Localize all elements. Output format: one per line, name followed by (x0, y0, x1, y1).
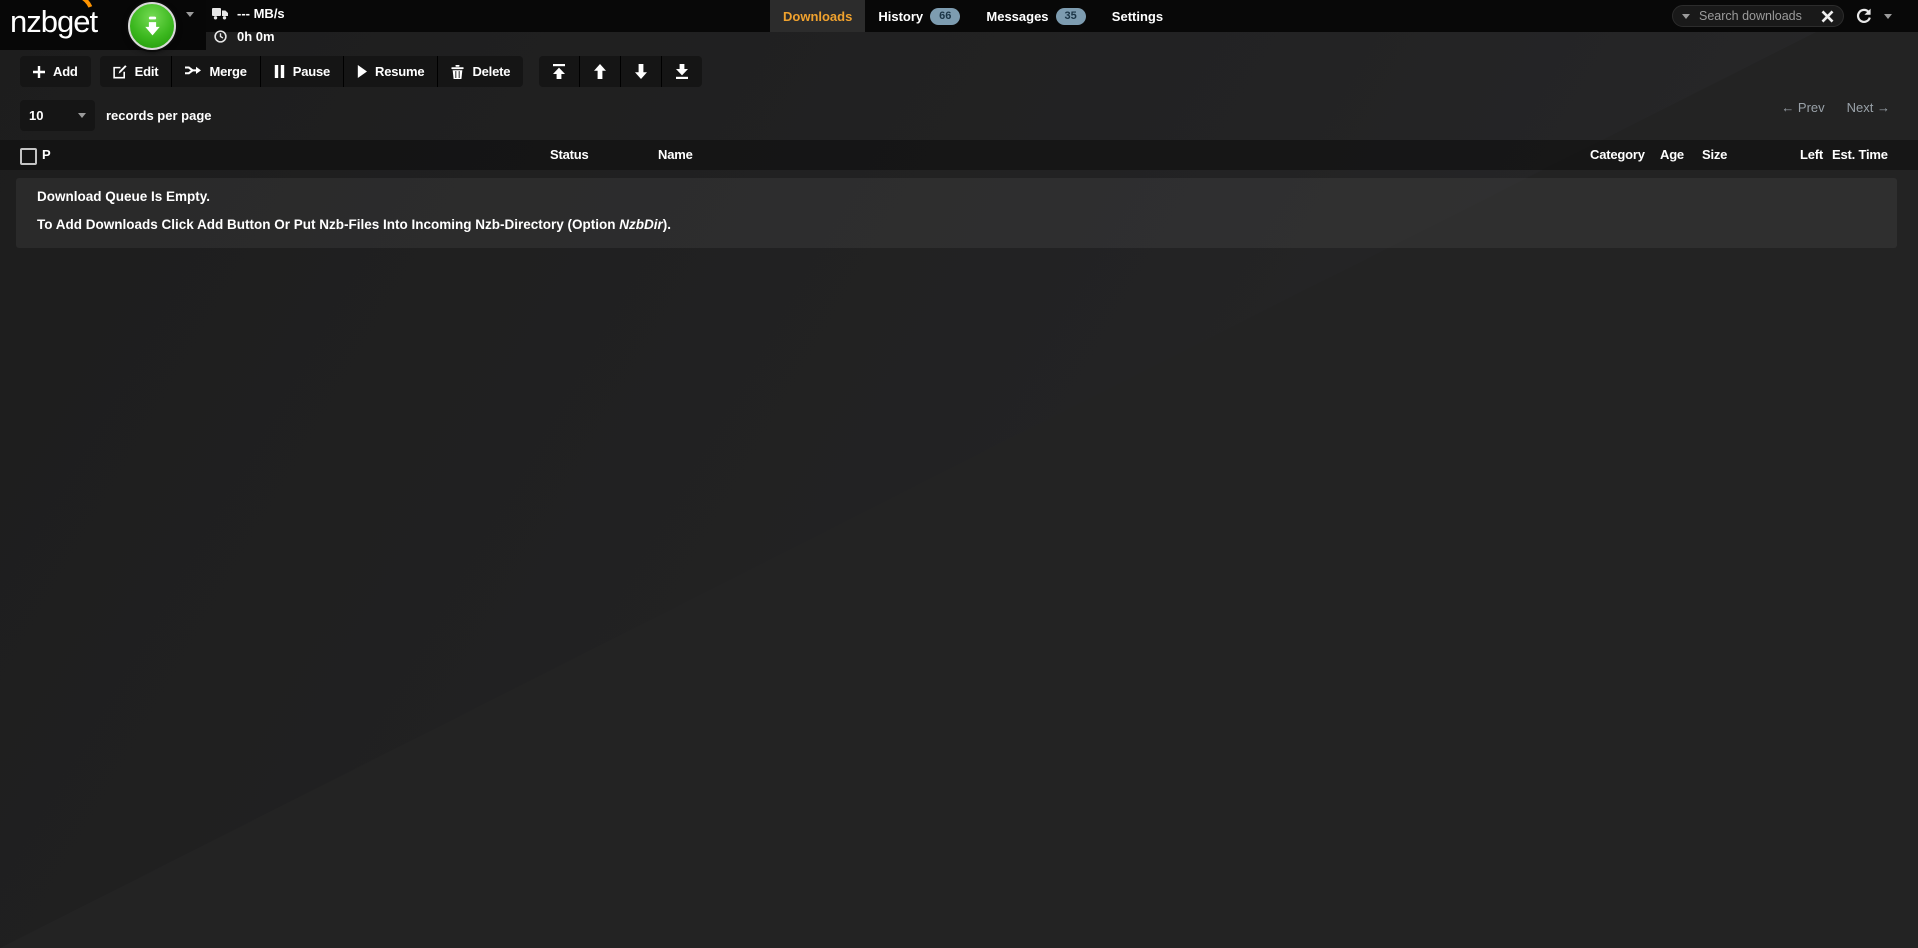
empty-queue-message: To Add Downloads Click Add Button Or Put… (37, 217, 671, 232)
tab-messages-label: Messages (986, 9, 1048, 24)
move-down-button[interactable] (620, 56, 661, 87)
records-per-page-row: 10 records per page (20, 100, 212, 131)
logo-download-button[interactable] (128, 2, 176, 50)
column-name[interactable]: Name (658, 147, 693, 162)
empty-queue-panel: Download Queue Is Empty. To Add Download… (16, 178, 1897, 248)
resume-button[interactable]: Resume (343, 56, 437, 87)
refresh-interval-caret-icon[interactable] (1884, 14, 1892, 19)
pause-button[interactable]: Pause (260, 56, 343, 87)
tab-downloads-label: Downloads (783, 9, 852, 24)
delete-button-label: Delete (472, 64, 510, 79)
search-input[interactable] (1697, 8, 1814, 24)
tab-history[interactable]: History 66 (865, 0, 973, 32)
resume-button-label: Resume (375, 64, 424, 79)
time-left-value: 0h 0m (237, 29, 275, 44)
empty-queue-title: Download Queue Is Empty. (37, 189, 210, 204)
logo-block: nzbget --- MB/s (0, 0, 206, 50)
play-icon (357, 65, 367, 78)
edit-actions-group: Edit Merge Pause Resume (100, 56, 524, 87)
records-per-page-value: 10 (29, 108, 43, 123)
clock-icon[interactable] (212, 30, 229, 43)
arrow-to-bottom-icon (675, 64, 689, 79)
pause-icon (274, 65, 285, 78)
nzbget-page: Downloads History 66 Messages 35 Setting… (0, 0, 1918, 948)
records-per-page-select[interactable]: 10 (20, 100, 95, 131)
edit-button[interactable]: Edit (100, 56, 172, 87)
pager: ← Prev Next → (1781, 100, 1890, 115)
tab-history-label: History (878, 9, 923, 24)
tab-settings[interactable]: Settings (1099, 0, 1176, 32)
column-left[interactable]: Left (1788, 147, 1823, 162)
time-row: 0h 0m (212, 27, 285, 46)
records-per-page-label: records per page (106, 108, 212, 123)
search-options-caret-icon[interactable] (1682, 14, 1690, 19)
clear-search-icon[interactable] (1821, 10, 1834, 23)
arrow-to-top-icon (552, 64, 566, 79)
column-status[interactable]: Status (550, 147, 589, 162)
plus-icon (33, 66, 45, 78)
move-up-button[interactable] (579, 56, 620, 87)
move-to-bottom-button[interactable] (661, 56, 702, 87)
search-cluster (1672, 0, 1892, 32)
edit-button-label: Edit (135, 64, 159, 79)
queue-toolbar: Add Edit Merge Pa (20, 56, 702, 87)
messages-count-badge: 35 (1056, 8, 1086, 25)
next-page-link[interactable]: Next → (1847, 100, 1890, 115)
add-button-label: Add (53, 64, 78, 79)
main-nav: Downloads History 66 Messages 35 Setting… (770, 0, 1176, 32)
merge-icon (185, 66, 201, 77)
column-priority[interactable]: P (42, 147, 50, 162)
speed-row: --- MB/s (212, 4, 285, 23)
column-age[interactable]: Age (1660, 147, 1684, 162)
select-all-checkbox[interactable] (20, 148, 37, 165)
trash-icon (451, 65, 464, 79)
pause-button-label: Pause (293, 64, 330, 79)
speed-limit-icon[interactable] (212, 8, 229, 20)
select-caret-icon (78, 113, 86, 118)
queue-table-header: P Status Name Category Age Size Left Est… (0, 140, 1918, 170)
tab-messages[interactable]: Messages 35 (973, 0, 1098, 32)
history-count-badge: 66 (930, 8, 960, 25)
column-est-time[interactable]: Est. Time (1832, 147, 1888, 162)
column-size[interactable]: Size (1702, 147, 1727, 162)
edit-icon (113, 65, 127, 79)
delete-button[interactable]: Delete (437, 56, 523, 87)
column-category[interactable]: Category (1590, 147, 1645, 162)
download-arrow-icon (144, 15, 161, 37)
arrow-up-icon (593, 64, 607, 79)
move-actions-group (539, 56, 702, 87)
add-button[interactable]: Add (20, 56, 91, 87)
tab-downloads[interactable]: Downloads (770, 0, 865, 32)
search-box[interactable] (1672, 5, 1844, 27)
merge-button-label: Merge (209, 64, 246, 79)
move-to-top-button[interactable] (539, 56, 579, 87)
merge-button[interactable]: Merge (171, 56, 259, 87)
status-stats: --- MB/s 0h 0m (212, 4, 285, 46)
logo-menu-caret-icon[interactable] (186, 12, 194, 17)
arrow-down-icon (634, 64, 648, 79)
refresh-icon[interactable] (1856, 8, 1872, 24)
tab-settings-label: Settings (1112, 9, 1163, 24)
speed-value: --- MB/s (237, 6, 285, 21)
prev-page-link[interactable]: ← Prev (1781, 100, 1824, 115)
